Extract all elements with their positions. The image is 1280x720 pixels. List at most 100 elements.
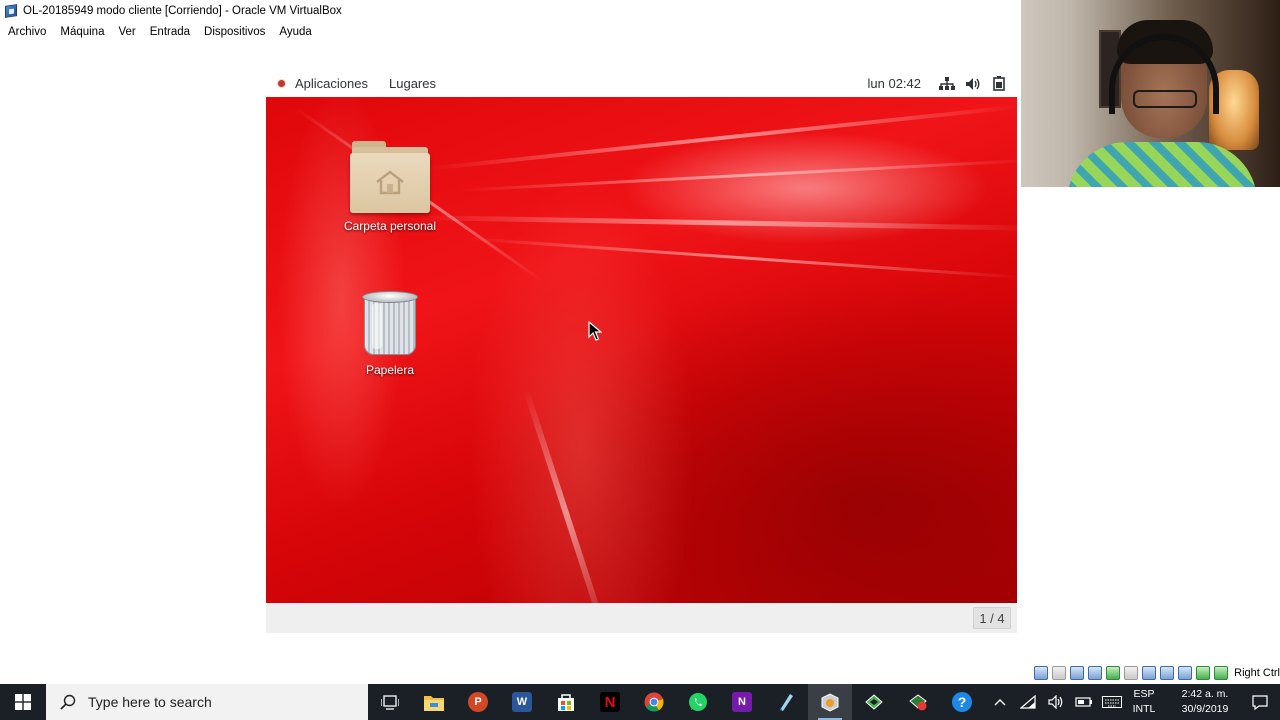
speaker-icon bbox=[1048, 695, 1063, 709]
tray-keyboard[interactable] bbox=[1098, 684, 1126, 720]
taskbar-task-view[interactable] bbox=[368, 684, 412, 720]
menu-bar: Archivo Máquina Ver Entrada Dispositivos… bbox=[0, 21, 1020, 42]
host-key-label: Right Ctrl bbox=[1234, 667, 1280, 679]
taskbar-help[interactable]: ? bbox=[940, 684, 984, 720]
taskbar-file-explorer[interactable] bbox=[412, 684, 456, 720]
wallpaper-streak bbox=[465, 237, 1017, 280]
taskbar-clock[interactable]: 2:42 a. m. 30/9/2019 bbox=[1170, 687, 1240, 717]
desktop-icon-label: Carpeta personal bbox=[343, 219, 437, 233]
audio-icon[interactable] bbox=[1070, 666, 1085, 680]
panel-status-area: lun 02:42 bbox=[868, 76, 1018, 92]
system-tray: ESP INTL 2:42 a. m. 30/9/2019 bbox=[986, 684, 1280, 720]
start-button[interactable] bbox=[0, 684, 46, 720]
applications-menu[interactable]: Aplicaciones bbox=[295, 76, 368, 91]
search-icon bbox=[60, 694, 76, 710]
network-adapter-icon[interactable] bbox=[1088, 666, 1103, 680]
taskbar-word[interactable]: W bbox=[500, 684, 544, 720]
panel-clock[interactable]: lun 02:42 bbox=[868, 76, 922, 91]
taskbar-time: 2:42 a. m. bbox=[1181, 688, 1229, 700]
windows-taskbar: P W N N ? bbox=[0, 684, 1280, 720]
window-title: OL-20185949 modo cliente [Corriendo] - O… bbox=[23, 4, 342, 17]
workspace-indicator[interactable]: 1 / 4 bbox=[973, 607, 1011, 629]
task-view-icon bbox=[381, 695, 399, 710]
recording-icon[interactable] bbox=[1160, 666, 1175, 680]
optical-drive-icon[interactable] bbox=[1052, 666, 1067, 680]
app-icon bbox=[865, 694, 883, 710]
word-icon: W bbox=[512, 692, 532, 712]
taskbar-app-red[interactable] bbox=[896, 684, 940, 720]
taskbar-onenote[interactable]: N bbox=[720, 684, 764, 720]
vbox-status-bar: Right Ctrl bbox=[1034, 664, 1280, 682]
language-indicator[interactable]: ESP INTL bbox=[1126, 687, 1162, 717]
search-input[interactable] bbox=[88, 694, 368, 710]
shared-folders-icon[interactable] bbox=[1124, 666, 1139, 680]
wallpaper-streak bbox=[415, 215, 1017, 231]
menu-dispositivos[interactable]: Dispositivos bbox=[204, 26, 265, 38]
store-icon bbox=[558, 694, 574, 711]
action-center-button[interactable] bbox=[1240, 684, 1280, 720]
mouse-integration-icon[interactable] bbox=[1196, 666, 1211, 680]
virtualbox-icon bbox=[821, 693, 839, 712]
gnome-bottom-panel: 1 / 4 bbox=[266, 603, 1017, 633]
menu-entrada[interactable]: Entrada bbox=[150, 26, 190, 38]
app-icon bbox=[909, 694, 927, 711]
virtualbox-icon bbox=[4, 3, 18, 18]
battery-icon[interactable] bbox=[991, 76, 1007, 92]
places-menu[interactable]: Lugares bbox=[389, 76, 436, 91]
keyboard-icon bbox=[1102, 696, 1122, 708]
window-titlebar[interactable]: OL-20185949 modo cliente [Corriendo] - O… bbox=[0, 0, 1020, 21]
applications-icon bbox=[278, 80, 285, 87]
home-folder-icon bbox=[350, 139, 430, 215]
powerpoint-icon: P bbox=[468, 692, 488, 712]
menu-archivo[interactable]: Archivo bbox=[8, 26, 46, 38]
tray-battery[interactable] bbox=[1070, 684, 1098, 720]
webcam-overlay bbox=[1021, 0, 1280, 187]
guest-display[interactable]: Aplicaciones Lugares lun 02:42 Carpeta p… bbox=[266, 70, 1017, 633]
network-icon[interactable] bbox=[939, 76, 955, 92]
wallpaper-streak bbox=[455, 158, 1017, 192]
netflix-icon: N bbox=[600, 692, 620, 712]
keyboard-capture-icon[interactable] bbox=[1214, 666, 1229, 680]
wallpaper-streak bbox=[425, 104, 1017, 171]
taskbar-whatsapp[interactable] bbox=[676, 684, 720, 720]
desktop-icon-trash[interactable]: Papelera bbox=[335, 289, 445, 377]
usb-icon[interactable] bbox=[1106, 666, 1121, 680]
hard-disk-icon[interactable] bbox=[1034, 666, 1049, 680]
wallpaper-streak bbox=[523, 389, 610, 603]
whatsapp-icon bbox=[689, 693, 707, 711]
language-code: ESP bbox=[1133, 688, 1155, 700]
menu-ver[interactable]: Ver bbox=[118, 26, 135, 38]
taskbar-virtualbox[interactable] bbox=[808, 684, 852, 720]
menu-ayuda[interactable]: Ayuda bbox=[279, 26, 311, 38]
display-icon[interactable] bbox=[1142, 666, 1157, 680]
keyboard-layout: INTL bbox=[1132, 703, 1156, 715]
app-icon bbox=[780, 694, 793, 711]
chrome-icon bbox=[644, 692, 664, 712]
desktop-icon-label: Papelera bbox=[365, 363, 415, 377]
taskbar-search-box[interactable] bbox=[46, 684, 368, 720]
chevron-up-icon bbox=[994, 699, 1006, 706]
tray-wifi[interactable] bbox=[1014, 684, 1042, 720]
desktop-icon-home-folder[interactable]: Carpeta personal bbox=[335, 139, 445, 233]
tray-volume[interactable] bbox=[1042, 684, 1070, 720]
file-explorer-icon bbox=[424, 695, 444, 711]
windows-logo-icon bbox=[15, 694, 31, 710]
battery-icon bbox=[1075, 697, 1092, 707]
tray-overflow[interactable] bbox=[986, 684, 1014, 720]
guest-desktop[interactable]: Carpeta personal Papelera bbox=[266, 97, 1017, 603]
taskbar-chrome[interactable] bbox=[632, 684, 676, 720]
taskbar-netflix[interactable]: N bbox=[588, 684, 632, 720]
mouse-pointer-icon bbox=[588, 321, 602, 341]
onenote-icon: N bbox=[732, 692, 752, 712]
virtualization-icon[interactable] bbox=[1178, 666, 1193, 680]
virtualbox-window: OL-20185949 modo cliente [Corriendo] - O… bbox=[0, 0, 1280, 684]
notification-icon bbox=[1252, 694, 1268, 710]
volume-icon[interactable] bbox=[965, 76, 981, 92]
taskbar-store[interactable] bbox=[544, 684, 588, 720]
taskbar-app-blue[interactable] bbox=[764, 684, 808, 720]
help-icon: ? bbox=[952, 692, 972, 712]
taskbar-app-green[interactable] bbox=[852, 684, 896, 720]
taskbar-powerpoint[interactable]: P bbox=[456, 684, 500, 720]
gnome-top-panel: Aplicaciones Lugares lun 02:42 bbox=[266, 70, 1017, 97]
menu-maquina[interactable]: Máquina bbox=[60, 26, 104, 38]
